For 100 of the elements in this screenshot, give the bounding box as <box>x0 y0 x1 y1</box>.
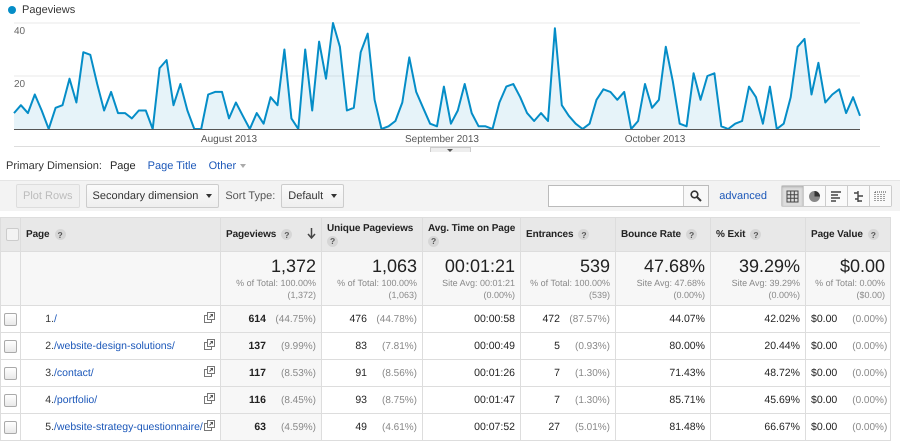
table-cell-percent: (8.45%) <box>280 395 316 406</box>
column-header-cell[interactable]: Page ? <box>20 218 220 252</box>
table-cell-percent: (8.75%) <box>380 395 417 406</box>
help-mark[interactable]: ? <box>578 229 590 240</box>
table-cell-value: 116 <box>249 394 266 406</box>
view-switcher[interactable] <box>781 185 892 207</box>
select-all-checkbox[interactable] <box>6 228 19 241</box>
search-button[interactable] <box>683 186 708 206</box>
view-toggle[interactable] <box>803 186 825 206</box>
table-cell-value: 00:01:26 <box>474 367 515 379</box>
dimension-option[interactable]: Other <box>208 160 246 172</box>
table-cell-value: 7 <box>554 394 560 406</box>
view-toggle[interactable] <box>847 186 869 206</box>
table-cell-percent: (0.00%) <box>851 341 888 352</box>
dimension-option[interactable]: Page <box>110 160 136 172</box>
total-share: Site Avg: 00:01:21 <box>441 277 515 289</box>
table-cell-value: 83 <box>355 340 367 352</box>
axis-tick-label: October 2013 <box>624 134 686 145</box>
table-cell-value: 80.00% <box>669 340 705 352</box>
help-mark[interactable]: ? <box>428 236 439 246</box>
table-cell-percent: (0.00%) <box>851 314 888 325</box>
popout-icon[interactable] <box>204 312 215 323</box>
table-cell-value: 20.44% <box>764 340 800 352</box>
total-base: (0.00%) <box>767 289 800 301</box>
table-cell-value: 00:00:58 <box>474 313 515 325</box>
table-cell-value: 42.02% <box>764 313 800 325</box>
chart-resize-handle[interactable] <box>430 147 471 152</box>
row-checkbox[interactable] <box>4 420 17 434</box>
total-base: (539) <box>588 289 610 301</box>
page-link[interactable]: /portfolio/ <box>54 394 98 406</box>
table-cell-value: $0.00 <box>811 340 838 352</box>
table-cell-percent: (1.30%) <box>574 368 610 379</box>
view-toggle[interactable] <box>825 186 847 206</box>
column-header: Unique Pageviews <box>327 222 414 234</box>
help-mark[interactable]: ? <box>750 229 762 240</box>
total-value: $0.00 <box>838 256 885 277</box>
table-cell-percent: (9.99%) <box>280 341 316 352</box>
popout-icon[interactable] <box>204 366 215 377</box>
help-mark[interactable]: ? <box>868 229 879 240</box>
sort-type-dropdown[interactable]: Default <box>281 184 344 208</box>
column-header-cell[interactable]: Avg. Time on Page ? <box>422 218 520 252</box>
table-cell-value: 91 <box>355 367 367 379</box>
help-mark[interactable]: ? <box>686 229 698 240</box>
page-link[interactable]: / <box>54 313 57 325</box>
total-value: 539 <box>578 256 610 277</box>
row-checkbox[interactable] <box>4 312 17 326</box>
total-share: Site Avg: 39.29% <box>730 277 800 289</box>
view-toggle[interactable] <box>869 186 891 206</box>
search-field[interactable] <box>548 185 710 207</box>
column-header-cell[interactable]: Page Value ? <box>806 218 890 252</box>
search-icon <box>690 190 702 202</box>
row-number: 2. <box>44 340 54 352</box>
view-toggle[interactable] <box>782 186 803 206</box>
column-header-cell[interactable]: Bounce Rate ? <box>616 218 710 252</box>
pie-chart-icon <box>808 190 821 202</box>
total-share: Site Avg: 47.68% <box>636 277 705 289</box>
total-value: 1,063 <box>370 256 417 277</box>
column-header: Entrances <box>526 229 574 240</box>
popout-icon[interactable] <box>204 420 215 431</box>
table-cell-value: 472 <box>542 313 560 325</box>
total-value: 1,372 <box>270 256 316 277</box>
total-base: (1,372) <box>286 289 316 301</box>
column-header-cell[interactable]: % Exit ? <box>710 218 806 252</box>
secondary-dimension-dropdown[interactable]: Secondary dimension <box>86 184 220 208</box>
row-checkbox[interactable] <box>4 366 17 380</box>
advanced-link[interactable]: advanced <box>719 190 767 202</box>
table-cell-value: $0.00 <box>811 421 838 433</box>
table-cell-value: 00:07:52 <box>474 421 515 433</box>
row-checkbox[interactable] <box>4 394 17 406</box>
table-cell-percent: (0.93%) <box>574 341 610 352</box>
table-cell-percent: (4.59%) <box>280 422 316 433</box>
page-link[interactable]: /website-design-solutions/ <box>54 340 175 352</box>
table-cell-value: 48.72% <box>764 367 800 379</box>
total-base: (1,063) <box>387 289 417 301</box>
column-header-cell[interactable]: Entrances ? <box>520 218 616 252</box>
popout-icon[interactable] <box>204 393 215 404</box>
page-link[interactable]: /website-strategy-questionnaire/ <box>54 421 203 433</box>
table-cell-value: 00:01:47 <box>474 394 515 406</box>
table-cell-percent: (87.57%) <box>568 314 610 325</box>
help-mark[interactable]: ? <box>54 229 66 240</box>
table-cell-value: 81.48% <box>669 421 705 433</box>
popout-icon[interactable] <box>204 339 215 350</box>
row-checkbox[interactable] <box>4 340 17 352</box>
column-header-cell[interactable]: Unique Pageviews ? <box>322 218 422 252</box>
pivot-icon <box>874 190 887 202</box>
axis-tick-label: September 2013 <box>405 134 479 145</box>
help-mark[interactable]: ? <box>281 229 292 240</box>
table-cell-value: 137 <box>248 340 266 352</box>
dimension-option[interactable]: Page Title <box>148 160 197 172</box>
page-link[interactable]: /contact/ <box>54 367 94 379</box>
column-header-cell[interactable]: Pageviews ? <box>220 218 322 252</box>
total-share: % of Total: 0.00% <box>814 277 885 289</box>
table-cell-percent: (4.61%) <box>380 422 417 433</box>
column-header: Page Value <box>811 229 863 240</box>
total-base: ($0.00) <box>855 289 885 301</box>
total-value: 00:01:21 <box>444 256 515 277</box>
row-number: 5. <box>44 421 54 433</box>
table-cell-percent: (8.53%) <box>280 368 316 379</box>
help-mark[interactable]: ? <box>327 236 338 246</box>
total-value: 47.68% <box>642 256 705 277</box>
